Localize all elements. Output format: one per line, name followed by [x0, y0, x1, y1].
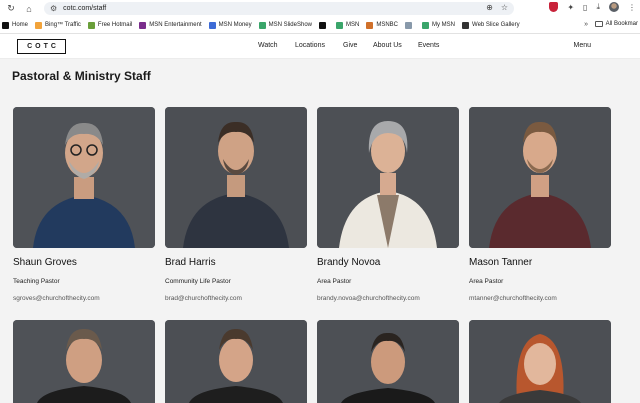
bookmarks-overflow-icon[interactable]: » — [584, 21, 588, 28]
bookmark-item[interactable]: Web Slice Gallery — [462, 21, 520, 29]
nav-give[interactable]: Give — [343, 42, 357, 49]
bookmark-item[interactable]: MSNBC — [366, 21, 399, 29]
site-header: COTC Watch Locations Give About Us Event… — [0, 34, 640, 59]
home-icon[interactable]: ⌂ — [22, 2, 36, 16]
staff-name: Brandy Novoa — [317, 257, 381, 268]
folder-icon — [594, 21, 603, 27]
nav-events[interactable]: Events — [418, 42, 439, 49]
extension-puzzle-icon[interactable]: ✦ — [567, 3, 574, 12]
bookmark-favicon-icon — [2, 21, 9, 29]
staff-photo[interactable] — [165, 320, 307, 403]
sidebar-icon[interactable]: ▯ — [583, 3, 587, 12]
bookmark-item[interactable]: MSN Money — [208, 21, 252, 29]
site-logo[interactable]: COTC — [17, 39, 66, 54]
bookmark-favicon-icon — [462, 21, 470, 29]
bookmark-star-icon[interactable]: ☆ — [501, 3, 508, 12]
bookmark-label: MSN Money — [218, 22, 252, 28]
nav-watch[interactable]: Watch — [258, 42, 278, 49]
portrait-image — [13, 107, 155, 248]
bookmark-favicon-icon — [422, 21, 430, 29]
portrait-image — [13, 320, 155, 403]
bookmark-label: MSN SlideShow — [268, 22, 312, 28]
bookmark-favicon-icon — [139, 21, 147, 29]
staff-photo[interactable] — [165, 107, 307, 248]
menu-button[interactable]: Menu — [573, 42, 591, 49]
staff-photo[interactable] — [469, 320, 611, 403]
staff-role: Area Pastor — [317, 278, 352, 285]
bookmark-label: MSN — [346, 22, 360, 28]
bookmark-item[interactable]: MSN — [336, 21, 360, 29]
bookmark-label: MSN Entertainment — [149, 22, 202, 28]
staff-photo[interactable] — [317, 107, 459, 248]
bookmark-item[interactable] — [319, 21, 329, 29]
staff-email[interactable]: mtanner@churchofthecity.com — [469, 295, 557, 302]
bookmark-item[interactable]: Home — [2, 21, 29, 29]
bookmark-favicon-icon — [208, 21, 216, 29]
bookmark-item[interactable]: Free Hotmail — [87, 21, 133, 29]
bookmark-item[interactable]: MSN Entertainment — [139, 21, 202, 29]
page-title: Pastoral & Ministry Staff — [12, 69, 151, 83]
site-info-icon[interactable]: ⚙ — [50, 4, 57, 13]
bookmark-label: My MSN — [432, 22, 456, 28]
all-bookmarks-label: All Bookmar — [605, 21, 638, 27]
bookmark-favicon-icon — [336, 21, 343, 29]
bookmark-label: Free Hotmail — [97, 22, 133, 28]
bookmark-favicon-icon — [366, 21, 374, 29]
nav-about-us[interactable]: About Us — [373, 42, 402, 49]
portrait-image — [317, 320, 459, 403]
reload-icon[interactable]: ↻ — [4, 2, 18, 16]
bookmark-item[interactable] — [405, 21, 415, 29]
bookmark-item[interactable]: MSN SlideShow — [258, 21, 312, 29]
zoom-icon[interactable]: ⊕ — [486, 3, 493, 12]
staff-name: Mason Tanner — [469, 257, 533, 268]
staff-role: Community Life Pastor — [165, 278, 231, 285]
nav-locations[interactable]: Locations — [295, 42, 325, 49]
staff-photo[interactable] — [13, 320, 155, 403]
staff-email[interactable]: brad@churchofthecity.com — [165, 295, 242, 302]
bookmark-favicon-icon — [405, 21, 413, 29]
all-bookmarks-button[interactable]: All Bookmar — [594, 21, 638, 27]
bookmark-item[interactable]: Bing™ Traffic — [35, 21, 81, 29]
bookmarks-bar: Home Bing™ Traffic Free Hotmail MSN Enterta… — [0, 17, 640, 34]
browser-toolbar: ↻ ⌂ ⚙ cotc.com/staff ⊕ ☆ ✦ ▯ ⤓ ⋮ — [0, 0, 640, 17]
portrait-image — [165, 107, 307, 248]
staff-role: Area Pastor — [469, 278, 504, 285]
browser-menu-icon[interactable]: ⋮ — [628, 3, 636, 12]
staff-photo[interactable] — [469, 107, 611, 248]
address-url: cotc.com/staff — [63, 5, 107, 12]
profile-avatar[interactable] — [609, 2, 619, 12]
staff-role: Teaching Pastor — [13, 278, 60, 285]
extension-shield-icon[interactable] — [549, 2, 559, 12]
bookmark-favicon-icon — [35, 21, 43, 29]
staff-photo[interactable] — [13, 107, 155, 248]
staff-name: Brad Harris — [165, 257, 216, 268]
portrait-image — [469, 320, 611, 403]
staff-photo[interactable] — [317, 320, 459, 403]
download-icon[interactable]: ⤓ — [596, 2, 600, 12]
bookmark-item[interactable]: My MSN — [422, 21, 456, 29]
bookmark-label: Bing™ Traffic — [45, 22, 81, 28]
bookmark-favicon-icon — [258, 21, 266, 29]
bookmark-favicon-icon — [319, 21, 326, 29]
portrait-image — [469, 107, 611, 248]
staff-email[interactable]: sgroves@churchofthecity.com — [13, 295, 100, 302]
portrait-image — [165, 320, 307, 403]
bookmark-favicon-icon — [87, 21, 95, 29]
address-bar[interactable]: ⚙ cotc.com/staff ⊕ ☆ — [44, 2, 514, 15]
bookmark-label: MSNBC — [376, 22, 399, 28]
bookmark-label: Home — [12, 22, 29, 28]
staff-email[interactable]: brandy.novoa@churchofthecity.com — [317, 295, 420, 302]
portrait-image — [317, 107, 459, 248]
bookmark-label: Web Slice Gallery — [472, 22, 520, 28]
staff-name: Shaun Groves — [13, 257, 77, 268]
